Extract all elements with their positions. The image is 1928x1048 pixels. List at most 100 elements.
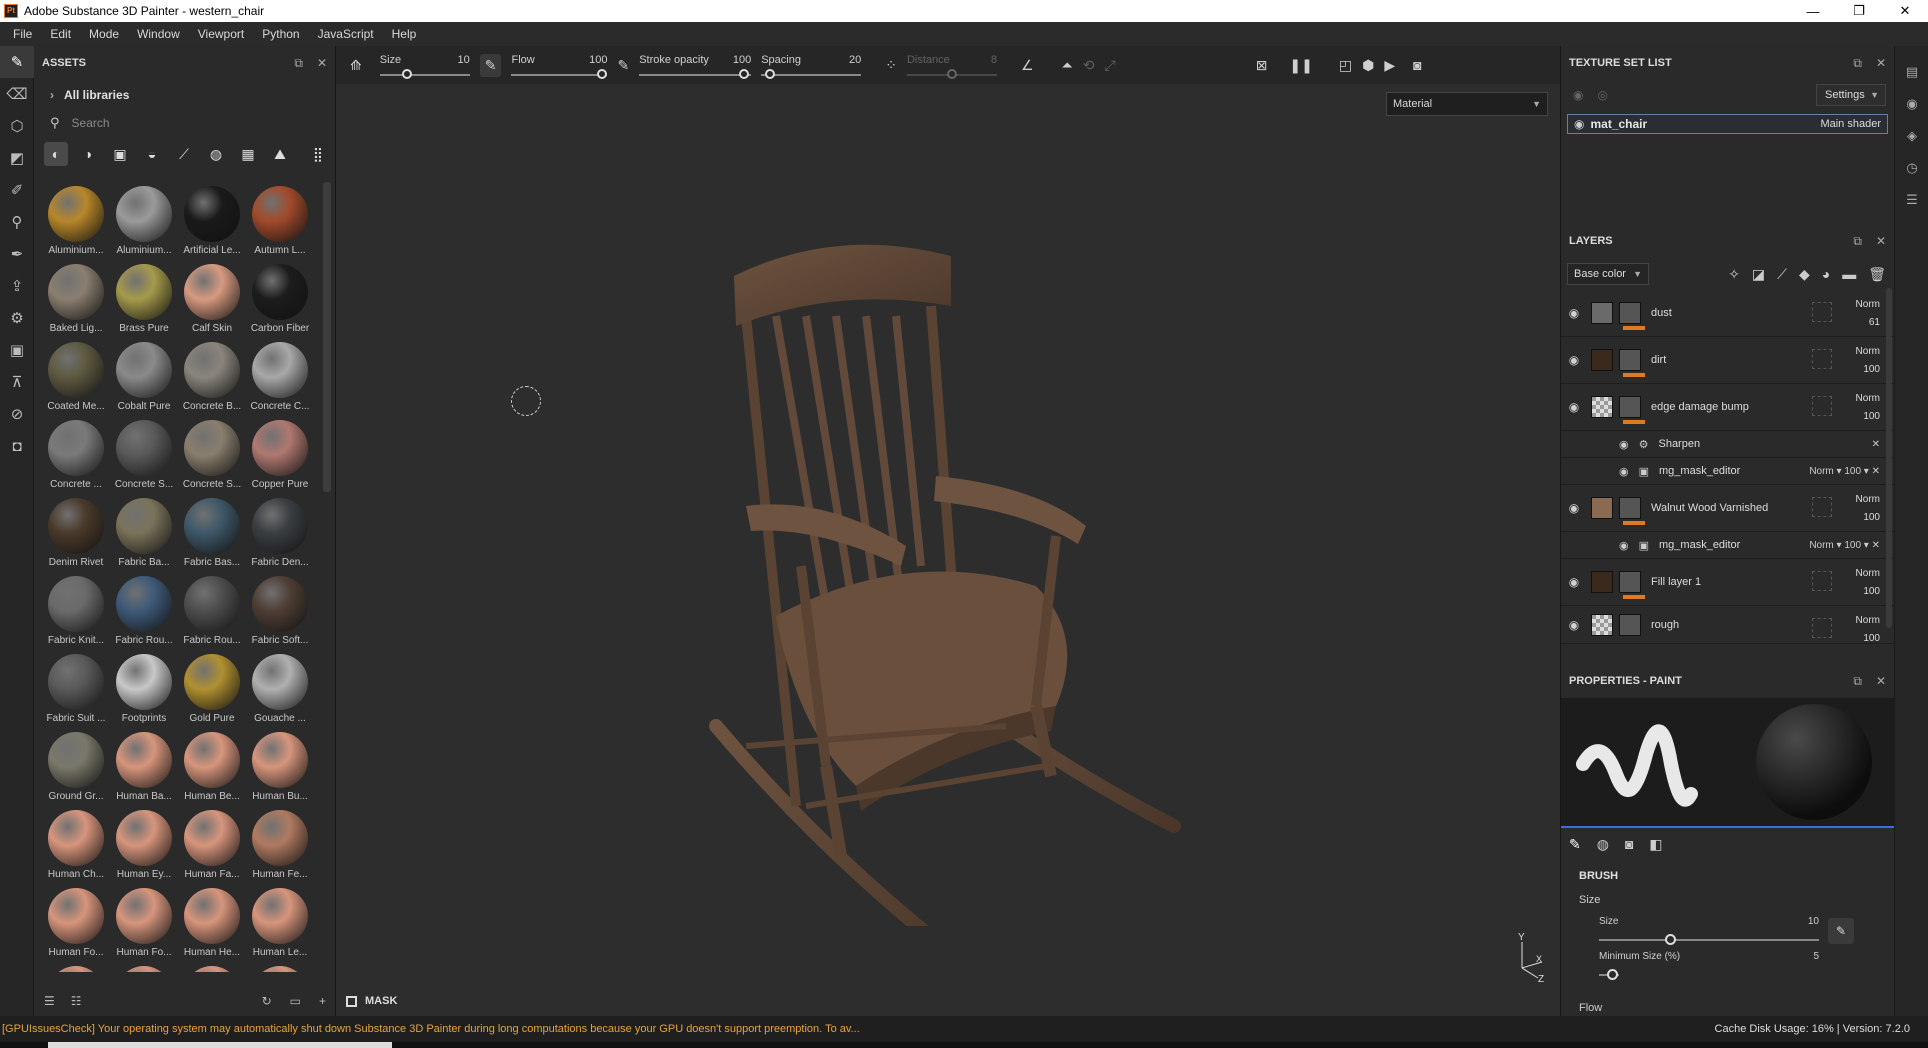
menu-window[interactable]: Window <box>128 27 189 41</box>
eye-outline-icon[interactable]: ◎ <box>1597 88 1607 102</box>
distance-control[interactable]: Distance 8 <box>906 54 997 79</box>
material-thumbnail[interactable]: Carbon Fiber <box>246 260 314 338</box>
display-settings-icon[interactable]: ◉ <box>1895 88 1928 120</box>
material-thumbnail[interactable]: Concrete S... <box>110 416 178 494</box>
add-fill-layer-icon[interactable]: ◆ <box>1799 266 1810 283</box>
smudge-icon[interactable]: ✐ <box>0 174 34 206</box>
wireframe-icon[interactable]: ⊠ <box>1256 57 1268 74</box>
textures-filter-icon[interactable]: ▦ <box>236 142 260 166</box>
size-slider-knob[interactable] <box>401 69 412 79</box>
list-view-icon[interactable]: ☰ <box>44 994 55 1008</box>
shader-settings-icon[interactable]: ◈ <box>1895 120 1928 152</box>
material-thumbnail[interactable]: Denim Rivet <box>42 494 110 572</box>
eye-icon[interactable]: ◉ <box>1561 306 1587 320</box>
material-thumbnail[interactable]: Gouache ... <box>246 650 314 728</box>
material-thumbnail[interactable]: Fabric Rou... <box>110 572 178 650</box>
remove-effect-icon[interactable]: ✕ <box>1872 439 1880 450</box>
mask-checkbox[interactable] <box>346 995 357 1007</box>
material-thumbnail[interactable]: Aluminium... <box>110 182 178 260</box>
texture-set-settings-icon[interactable]: ▤ <box>1895 56 1928 88</box>
layer-opacity[interactable]: 61 <box>1856 314 1880 332</box>
layer-row[interactable]: ◉ edge damage bump Norm 100 <box>1561 384 1894 431</box>
menu-edit[interactable]: Edit <box>41 27 80 41</box>
material-thumbnail[interactable]: Cobalt Pure <box>110 338 178 416</box>
material-thumbnail[interactable]: Fabric Soft... <box>246 572 314 650</box>
effect-opacity[interactable]: 100 <box>1844 540 1861 551</box>
effect-blend[interactable]: Norm ▾ 100 ▾ ✕ <box>1809 540 1880 551</box>
viewport[interactable]: ⟰ Size 10 ✎ Flow 100 ✎ Stroke opacity 100 S… <box>336 46 1560 1016</box>
brush-tab-icon[interactable]: ✎ <box>1569 836 1581 853</box>
layers-scrollbar[interactable] <box>1886 288 1892 628</box>
symmetry-icon[interactable]: ⏶ <box>1062 57 1073 74</box>
material-thumbnail[interactable]: Fabric Suit ... <box>42 650 110 728</box>
material-thumbnail[interactable]: Human Fe... <box>246 806 314 884</box>
material-thumbnail[interactable]: Human Be... <box>178 728 246 806</box>
material-thumbnail[interactable]: Human Ey... <box>110 806 178 884</box>
material-thumbnail[interactable]: Human Le... <box>246 884 314 962</box>
layer-slot[interactable] <box>1812 396 1832 416</box>
material-thumbnail[interactable]: Fabric Bas... <box>178 494 246 572</box>
eye-icon[interactable]: ◉ <box>1619 539 1629 552</box>
layer-row[interactable]: ◉ Fill layer 1 Norm 100 <box>1561 559 1894 606</box>
material-thumbnail[interactable]: Brass Pure <box>110 260 178 338</box>
effect-opacity[interactable]: 100 <box>1844 466 1861 477</box>
export-icon[interactable]: ⇪ <box>0 270 34 302</box>
spacing-control[interactable]: Spacing 20 <box>761 54 862 79</box>
blend-mode[interactable]: Norm <box>1856 390 1880 408</box>
grid-view-icon[interactable]: ⣿ <box>306 142 330 166</box>
min-size-knob[interactable] <box>1607 969 1618 980</box>
brush-settings-icon[interactable]: ⟰ <box>350 57 362 74</box>
material-thumbnail[interactable]: Concrete ... <box>42 416 110 494</box>
material-thumbnail[interactable]: Human Ch... <box>42 806 110 884</box>
materials-filter-icon[interactable]: ◐ <box>44 142 68 166</box>
layer-slot[interactable] <box>1812 497 1832 517</box>
menu-python[interactable]: Python <box>253 27 308 41</box>
folder-icon[interactable]: ▭ <box>290 994 301 1008</box>
view-2d-icon[interactable]: ◰ <box>1339 57 1352 74</box>
material-thumbnail[interactable]: Fabric Knit... <box>42 572 110 650</box>
menu-mode[interactable]: Mode <box>80 27 128 41</box>
shader-label[interactable]: Main shader <box>1820 118 1881 130</box>
stencil-tab-icon[interactable]: ◙ <box>1625 836 1633 852</box>
layer-row[interactable]: ◉ dirt Norm 100 <box>1561 337 1894 384</box>
eye-icon[interactable]: ◉ <box>1561 618 1587 632</box>
material-thumbnail[interactable]: Ground Gr... <box>42 728 110 806</box>
refresh-icon[interactable]: ↻ <box>262 994 272 1008</box>
measure-icon[interactable]: ⊼ <box>0 366 34 398</box>
layer-row[interactable]: ◉ rough Norm 100 <box>1561 606 1894 644</box>
display-mode-select[interactable]: Material ▼ <box>1386 92 1548 116</box>
layer-row[interactable]: ◉ dust Norm 61 <box>1561 290 1894 337</box>
material-thumbnail[interactable]: Fabric Ba... <box>110 494 178 572</box>
color-picker-icon[interactable]: ✒ <box>0 238 34 270</box>
size-prop-value[interactable]: 10 <box>1808 916 1819 927</box>
close-panel-icon[interactable]: ✕ <box>1876 234 1886 249</box>
library-selector[interactable]: › All libraries <box>34 80 335 110</box>
add-mask-icon[interactable]: ◪ <box>1752 266 1765 283</box>
details-view-icon[interactable]: ☷ <box>71 994 82 1008</box>
channel-select[interactable]: Base color ▼ <box>1567 263 1649 285</box>
material-thumbnail[interactable]: Human Bu... <box>246 728 314 806</box>
mask-thumbnail[interactable] <box>1619 396 1641 418</box>
layer-opacity[interactable]: 100 <box>1856 583 1880 601</box>
effect-row-mask-editor[interactable]: ◉ ▣ mg_mask_editor Norm ▾ 100 ▾ ✕ <box>1561 532 1894 559</box>
close-panel-icon[interactable]: ✕ <box>1876 674 1886 689</box>
material-thumbnail[interactable]: Fabric Den... <box>246 494 314 572</box>
material-thumbnail[interactable]: Concrete C... <box>246 338 314 416</box>
eye-icon[interactable]: ◉ <box>1561 400 1587 414</box>
camera-icon[interactable]: ▶ <box>1384 57 1395 74</box>
menu-javascript[interactable]: JavaScript <box>309 27 383 41</box>
log-icon[interactable]: ☰ <box>1895 184 1928 216</box>
material-thumbnail[interactable] <box>42 962 110 972</box>
add-paint-layer-icon[interactable]: ⟋ <box>1777 266 1787 283</box>
generators-filter-icon[interactable]: ◒ <box>140 142 164 166</box>
material-thumbnail[interactable] <box>110 962 178 972</box>
mask-thumbnail[interactable] <box>1619 497 1641 519</box>
mask-thumbnail[interactable] <box>1619 613 1641 636</box>
stroke-opacity-control[interactable]: Stroke opacity 100 <box>639 54 752 79</box>
gpu-warning[interactable]: [GPUIssuesCheck] Your operating system m… <box>2 1023 860 1035</box>
add-folder-icon[interactable]: ▬ <box>1842 266 1856 283</box>
material-thumbnail[interactable]: Footprints <box>110 650 178 728</box>
angle-icon[interactable]: ∠ <box>1021 57 1034 74</box>
material-thumbnail[interactable]: Aluminium... <box>42 182 110 260</box>
layer-opacity[interactable]: 100 <box>1856 630 1880 643</box>
